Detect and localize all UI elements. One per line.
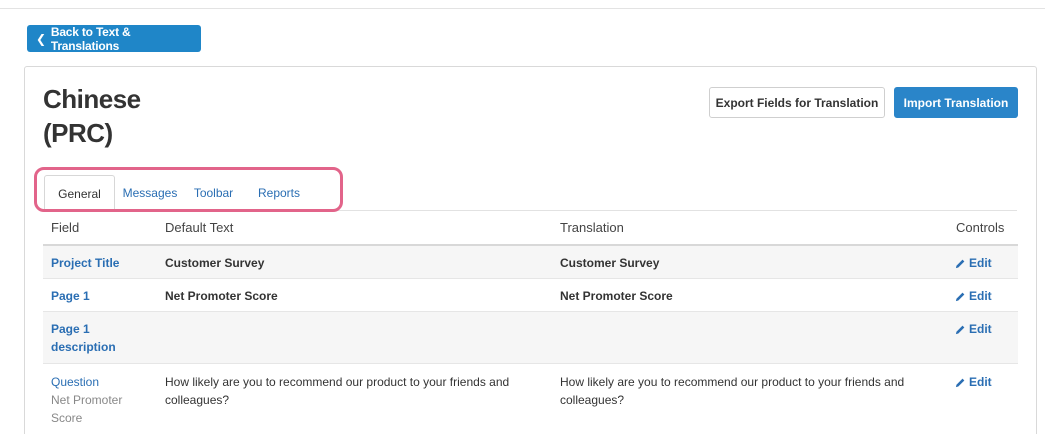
back-to-translations-button[interactable]: ❮ Back to Text & Translations: [27, 24, 201, 53]
field-link[interactable]: Question Net Promoter Score: [51, 373, 131, 427]
tab-general[interactable]: General: [44, 175, 115, 211]
edit-link[interactable]: Edit: [955, 373, 992, 391]
export-fields-button[interactable]: Export Fields for Translation: [709, 87, 885, 118]
field-type: Question: [51, 375, 100, 389]
default-text-cell: Customer Survey: [165, 256, 265, 270]
field-link[interactable]: Page 1: [51, 287, 141, 305]
top-divider: [0, 8, 1045, 9]
default-text-cell: How likely are you to recommend our prod…: [165, 375, 510, 407]
table-row: Question Net Promoter Score How likely a…: [43, 364, 1018, 434]
import-translation-button[interactable]: Import Translation: [894, 87, 1018, 118]
tab-reports[interactable]: Reports: [242, 175, 316, 211]
pencil-icon: [955, 292, 965, 301]
field-link[interactable]: Page 1 description: [51, 320, 131, 356]
table-row: Project Title Customer Survey Customer S…: [43, 246, 1018, 279]
chevron-left-icon: ❮: [36, 31, 46, 46]
edit-label: Edit: [969, 375, 992, 389]
edit-link[interactable]: Edit: [955, 287, 992, 305]
tab-toolbar[interactable]: Toolbar: [185, 175, 242, 211]
pencil-icon: [955, 378, 965, 387]
edit-label: Edit: [969, 256, 992, 270]
pencil-icon: [955, 259, 965, 268]
column-header-translation: Translation: [560, 220, 624, 235]
translation-cell: Customer Survey: [560, 256, 660, 270]
tab-messages[interactable]: Messages: [115, 175, 185, 211]
tab-bar: General Messages Toolbar Reports: [44, 175, 316, 211]
edit-label: Edit: [969, 322, 992, 336]
translation-cell: How likely are you to recommend our prod…: [560, 375, 905, 407]
column-header-default-text: Default Text: [165, 220, 234, 235]
edit-link[interactable]: Edit: [955, 254, 992, 272]
edit-label: Edit: [969, 289, 992, 303]
tabs-divider: [115, 210, 1017, 211]
column-header-field: Field: [51, 220, 80, 235]
default-text-cell: Net Promoter Score: [165, 289, 278, 303]
field-subtitle: Net Promoter Score: [51, 393, 123, 425]
back-button-label: Back to Text & Translations: [50, 24, 131, 53]
field-link[interactable]: Project Title: [51, 254, 141, 272]
edit-link[interactable]: Edit: [955, 320, 992, 338]
pencil-icon: [955, 325, 965, 334]
page-title: Chinese (PRC): [43, 84, 141, 148]
translation-cell: Net Promoter Score: [560, 289, 673, 303]
table-row: Page 1 Net Promoter Score Net Promoter S…: [43, 279, 1018, 312]
column-header-controls: Controls: [956, 220, 1005, 235]
table-row: Page 1 description Edit: [43, 312, 1018, 364]
